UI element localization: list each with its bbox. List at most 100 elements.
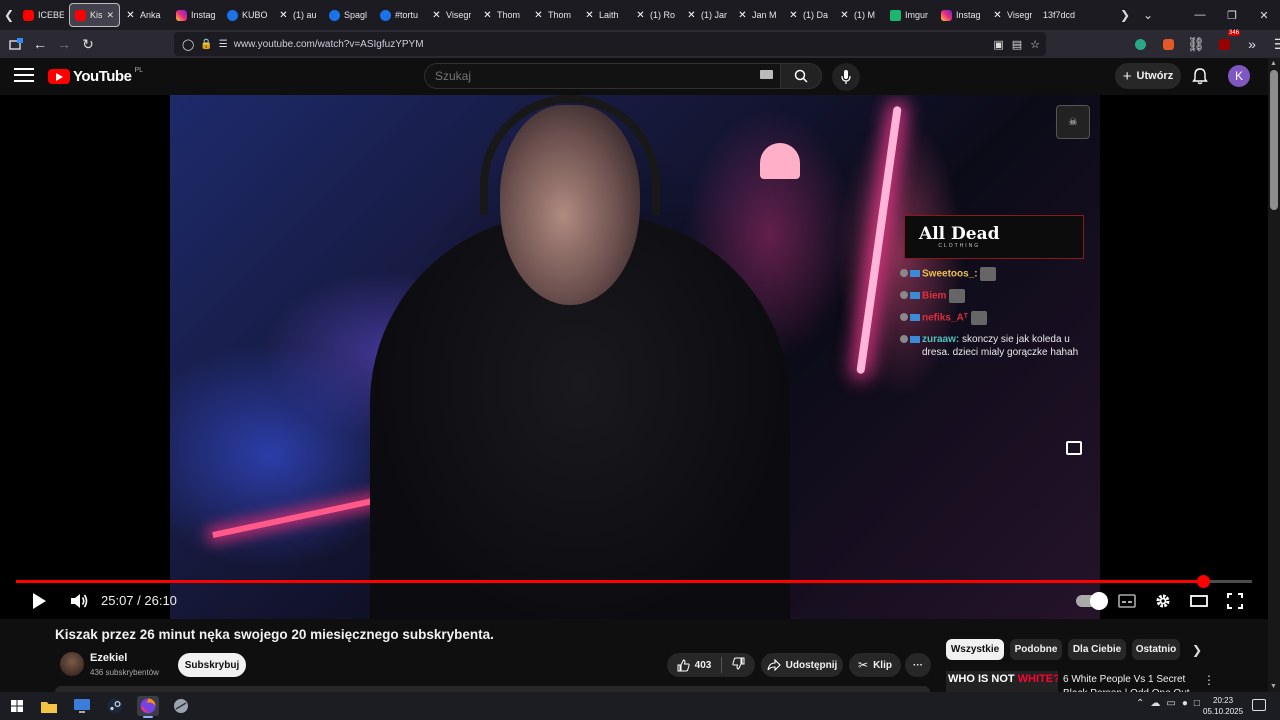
- browser-tab[interactable]: ✕ Thom: [477, 3, 528, 27]
- tracking-shield-icon[interactable]: ◯: [182, 38, 194, 51]
- url-text[interactable]: www.youtube.com/watch?v=ASIgfuzYPYM: [234, 39, 424, 50]
- settings-button[interactable]: [1152, 589, 1174, 613]
- autoplay-toggle[interactable]: [1076, 592, 1108, 610]
- taskbar-clock[interactable]: 20:23 05.10.2025: [1203, 695, 1243, 717]
- channel-avatar[interactable]: [60, 652, 84, 676]
- close-tab-icon[interactable]: ✕: [106, 10, 114, 21]
- create-button[interactable]: + Utwórz: [1115, 63, 1181, 89]
- theater-mode-button[interactable]: [1188, 589, 1210, 613]
- browser-tab[interactable]: ✕ (1) Da: [783, 3, 834, 27]
- network-icon[interactable]: □: [1194, 698, 1200, 709]
- progress-scrubber[interactable]: [1196, 575, 1210, 588]
- account-avatar[interactable]: K: [1228, 65, 1250, 87]
- browser-tab[interactable]: ✕ (1) Jar: [681, 3, 732, 27]
- chips-next-icon[interactable]: ❯: [1192, 643, 1202, 657]
- browser-tab[interactable]: ✕ Anka: [120, 3, 171, 27]
- like-button[interactable]: 403: [677, 658, 711, 672]
- browser-menu-icon[interactable]: ☰: [1268, 32, 1280, 56]
- browser-tab[interactable]: #tortu: [375, 3, 426, 27]
- reader-view-icon[interactable]: ▤: [1012, 38, 1022, 51]
- tabs-scroll-left-icon[interactable]: ❮: [0, 0, 18, 30]
- file-explorer-icon[interactable]: [38, 696, 60, 716]
- subtitles-button[interactable]: [1116, 589, 1138, 613]
- search-input[interactable]: [424, 63, 780, 89]
- overflow-chevron-icon[interactable]: »: [1240, 32, 1264, 56]
- forward-icon[interactable]: →: [52, 32, 76, 56]
- browser-tab[interactable]: Spagl: [324, 3, 375, 27]
- minimize-icon[interactable]: —: [1184, 0, 1216, 30]
- recommended-thumbnail[interactable]: WHO IS NOT WHITE?: [946, 671, 1058, 692]
- browser-tab[interactable]: ✕ Jan M: [732, 3, 783, 27]
- close-window-icon[interactable]: ✕: [1248, 0, 1280, 30]
- back-icon[interactable]: ←: [28, 32, 52, 56]
- sidebar-toggle-icon[interactable]: [4, 32, 28, 56]
- scroll-down-icon[interactable]: ▼: [1270, 683, 1277, 690]
- tray-overflow-icon[interactable]: ⌃: [1136, 698, 1144, 709]
- subscribe-button[interactable]: Subskrybuj: [178, 653, 246, 677]
- play-button[interactable]: [28, 589, 50, 613]
- browser-tab[interactable]: 13f7dcd: [1038, 3, 1089, 27]
- microphone-tray-icon[interactable]: ●: [1182, 698, 1188, 709]
- browser-tab[interactable]: ✕ Laith: [579, 3, 630, 27]
- bookmark-star-icon[interactable]: ☆: [1030, 38, 1040, 51]
- restore-icon[interactable]: ❐: [1216, 0, 1248, 30]
- fox-extension-icon[interactable]: [1156, 32, 1180, 56]
- channel-name[interactable]: Ezekiel: [90, 652, 127, 664]
- firefox-icon[interactable]: [137, 696, 159, 718]
- browser-tab[interactable]: ✕ (1) M: [834, 3, 885, 27]
- onedrive-cloud-icon[interactable]: ☁: [1150, 698, 1160, 709]
- browser-tab[interactable]: ✕ Thom: [528, 3, 579, 27]
- miniplayer-icon[interactable]: [1066, 441, 1082, 455]
- chip-ostatnio[interactable]: Ostatnio: [1132, 639, 1180, 660]
- channel-watermark-icon[interactable]: ☠: [1056, 105, 1090, 139]
- usb-device-icon[interactable]: ▭: [1166, 698, 1175, 709]
- notifications-center-icon[interactable]: [1252, 699, 1266, 711]
- more-actions-button[interactable]: ···: [905, 653, 931, 677]
- scroll-thumb[interactable]: [1270, 70, 1278, 210]
- keyboard-icon[interactable]: [760, 70, 773, 79]
- chip-dla-ciebie[interactable]: Dla Ciebie: [1068, 639, 1126, 660]
- video-frame[interactable]: ☠ All Dead CLOTHING Sweetoos_: Biem nefi…: [170, 95, 1100, 619]
- voice-search-button[interactable]: [832, 63, 860, 91]
- volume-button[interactable]: [68, 589, 90, 613]
- browser-tab[interactable]: ✕ Visegr: [426, 3, 477, 27]
- desktop-app-icon[interactable]: [71, 696, 93, 716]
- notifications-bell-icon[interactable]: [1191, 67, 1209, 85]
- browser-tab[interactable]: Imgur: [885, 3, 936, 27]
- search-button[interactable]: [780, 63, 822, 89]
- running-app-icon[interactable]: [170, 696, 192, 716]
- share-button[interactable]: Udostępnij: [761, 653, 843, 677]
- clip-button[interactable]: ✂ Klip: [849, 653, 901, 677]
- tab-active[interactable]: Kis ✕: [69, 3, 120, 27]
- browser-tab[interactable]: ✕ (1) au: [273, 3, 324, 27]
- guide-menu-icon[interactable]: [14, 68, 34, 84]
- address-bar[interactable]: ◯ 🔒 ☰ www.youtube.com/watch?v=ASIgfuzYPY…: [174, 32, 1046, 56]
- browser-tab[interactable]: ✕ (1) Ro: [630, 3, 681, 27]
- chip-wszystkie[interactable]: Wszystkie: [946, 639, 1004, 660]
- progress-bar[interactable]: [16, 575, 1252, 588]
- lock-icon[interactable]: 🔒: [200, 39, 212, 50]
- browser-tab[interactable]: KUBO: [222, 3, 273, 27]
- browser-tab[interactable]: ICEBE: [18, 3, 69, 27]
- browser-tab[interactable]: Instag: [936, 3, 987, 27]
- dislike-button[interactable]: [732, 657, 745, 673]
- extensions-puzzle-icon[interactable]: ⛓: [1184, 32, 1208, 56]
- recommended-more-icon[interactable]: ⋮: [1203, 673, 1215, 687]
- permissions-icon[interactable]: ☰: [219, 39, 228, 50]
- video-player[interactable]: ☠ All Dead CLOTHING Sweetoos_: Biem nefi…: [0, 95, 1268, 619]
- start-windows-icon[interactable]: [6, 696, 28, 716]
- browser-tab[interactable]: Instag: [171, 3, 222, 27]
- tab-list-dropdown-icon[interactable]: ⌄: [1134, 0, 1162, 30]
- scroll-up-icon[interactable]: ▲: [1270, 60, 1277, 67]
- fullscreen-button[interactable]: [1224, 589, 1246, 613]
- tabs-scroll-right-icon[interactable]: ❯: [1116, 0, 1134, 30]
- youtube-logo[interactable]: YouTube PL: [48, 67, 143, 85]
- shield-extension-icon[interactable]: [1128, 32, 1152, 56]
- page-scrollbar[interactable]: ▲ ▼: [1268, 58, 1280, 692]
- reload-icon[interactable]: ↻: [76, 32, 100, 56]
- steam-icon[interactable]: [104, 696, 126, 716]
- ublock-extension-icon[interactable]: 346: [1212, 30, 1240, 56]
- picture-in-picture-icon[interactable]: ▣: [993, 38, 1003, 51]
- chip-podobne[interactable]: Podobne: [1010, 639, 1062, 660]
- browser-tab[interactable]: ✕ Visegr: [987, 3, 1038, 27]
